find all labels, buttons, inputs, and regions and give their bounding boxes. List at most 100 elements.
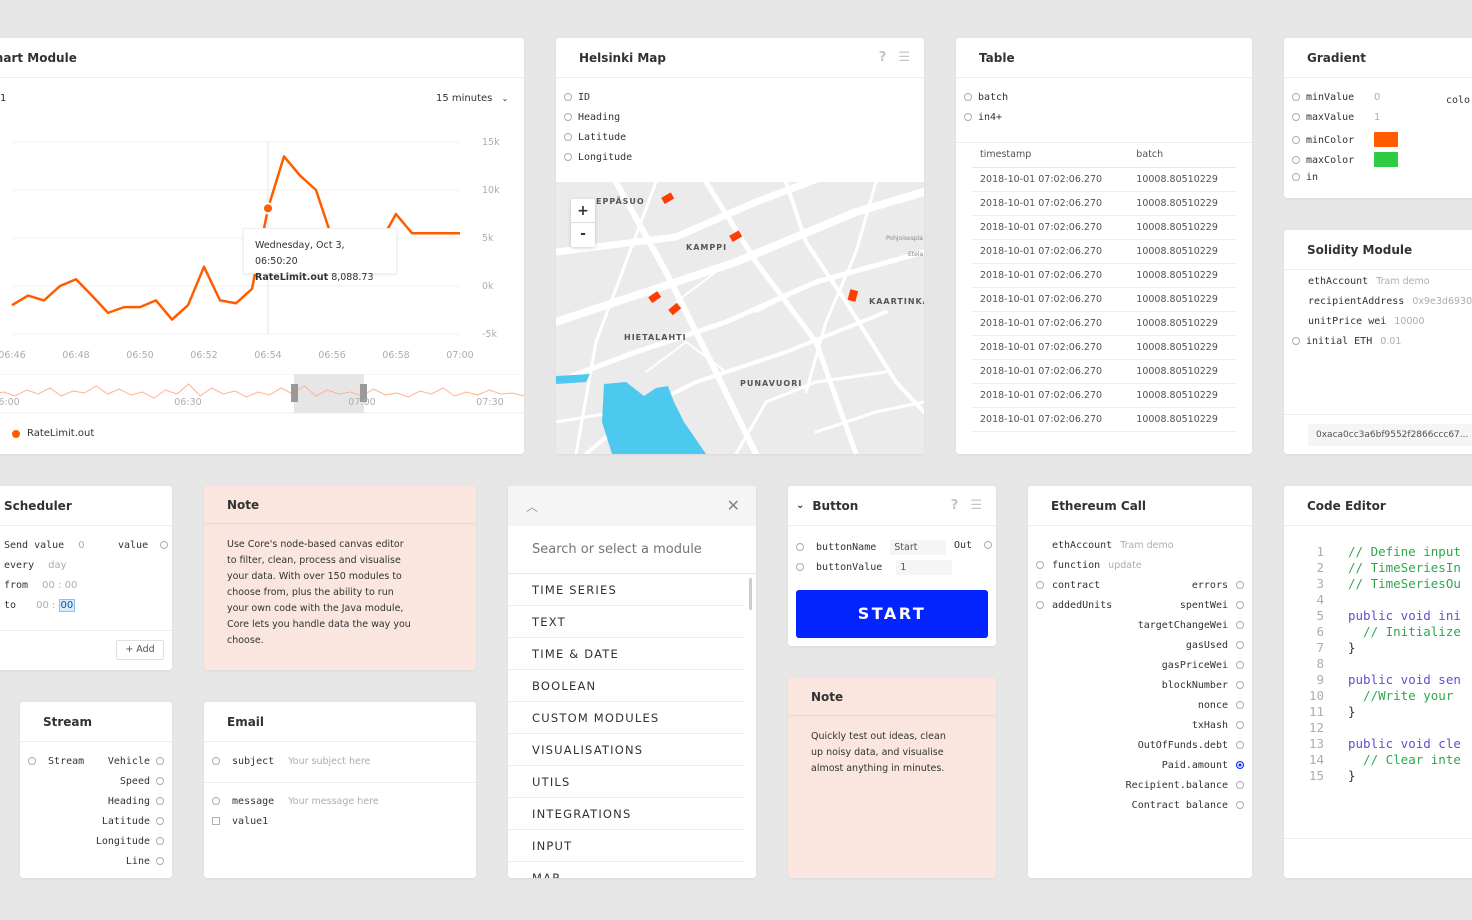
menu-icon[interactable]: ☰ bbox=[898, 50, 910, 65]
note-1-header[interactable]: Note bbox=[204, 486, 476, 524]
stream-output-port[interactable] bbox=[156, 797, 164, 805]
map-module-header[interactable]: Helsinki Map ? ☰ bbox=[556, 38, 924, 78]
help-icon[interactable]: ? bbox=[879, 50, 887, 65]
eth-input-port[interactable] bbox=[1036, 561, 1044, 569]
color-swatch[interactable] bbox=[1374, 152, 1398, 167]
button-value-input[interactable]: 1 bbox=[896, 560, 953, 575]
module-search-input[interactable] bbox=[508, 526, 756, 574]
button-out-port[interactable] bbox=[984, 541, 993, 549]
eth-output-port[interactable] bbox=[1236, 701, 1244, 709]
stream-module[interactable]: Stream Stream Vehicle Speed Heading Latitud… bbox=[20, 702, 172, 878]
start-button[interactable]: START bbox=[796, 590, 988, 638]
module-category-item[interactable]: CUSTOM MODULES bbox=[508, 702, 744, 734]
solidity-field-value[interactable]: 10000 bbox=[1394, 316, 1424, 327]
ethereum-call-header[interactable]: Ethereum Call bbox=[1028, 486, 1252, 526]
chevron-down-icon[interactable]: ⌄ bbox=[796, 500, 804, 511]
eth-output-port[interactable] bbox=[1236, 761, 1244, 769]
note-module-1[interactable]: Note Use Core's node-based canvas editor… bbox=[204, 486, 476, 670]
from-minute-input[interactable]: 00 bbox=[65, 580, 78, 591]
gradient-field-value[interactable]: 0 bbox=[1374, 92, 1380, 103]
module-category-item[interactable]: UTILS bbox=[508, 766, 744, 798]
scheduler-out-port[interactable] bbox=[160, 541, 169, 549]
note-module-2[interactable]: Note Quickly test out ideas, clean up no… bbox=[788, 678, 996, 878]
chart-module-header[interactable]: Chart Module bbox=[0, 38, 524, 78]
eth-output-port[interactable] bbox=[1236, 581, 1244, 589]
message-input[interactable]: Your message here bbox=[288, 796, 378, 807]
eth-input-port[interactable] bbox=[1036, 601, 1044, 609]
gradient-module-header[interactable]: Gradient bbox=[1284, 38, 1472, 78]
from-hour-input[interactable]: 00 bbox=[42, 580, 55, 591]
eth-input-port[interactable] bbox=[1036, 581, 1044, 589]
map-input-port[interactable] bbox=[564, 133, 572, 141]
stream-module-header[interactable]: Stream bbox=[20, 702, 172, 742]
button-value-port[interactable] bbox=[796, 563, 804, 571]
close-icon[interactable]: ✕ bbox=[727, 496, 740, 515]
every-select[interactable]: day bbox=[48, 560, 66, 571]
eth-output-port[interactable] bbox=[1236, 721, 1244, 729]
module-category-item[interactable]: BOOLEAN bbox=[508, 670, 744, 702]
chart-navigator[interactable]: 06:00 06:30 07:00 07:30 bbox=[0, 374, 524, 414]
table-input-port[interactable] bbox=[964, 93, 972, 101]
module-category-item[interactable]: TEXT bbox=[508, 606, 744, 638]
module-category-item[interactable]: INTEGRATIONS bbox=[508, 798, 744, 830]
value1-port[interactable] bbox=[212, 817, 220, 825]
map-module[interactable]: Helsinki Map ? ☰ ID Heading Latitude Longit… bbox=[556, 38, 924, 454]
module-category-item[interactable]: MAP bbox=[508, 862, 744, 878]
solidity-field-value[interactable]: 0.01 bbox=[1380, 336, 1401, 347]
gradient-input-port[interactable] bbox=[1292, 135, 1300, 144]
module-category-item[interactable]: TIME & DATE bbox=[508, 638, 744, 670]
chart-hover-point[interactable] bbox=[262, 202, 274, 215]
module-list-scrollbar[interactable] bbox=[749, 578, 752, 610]
module-search-panel[interactable]: ︿ ✕ TIME SERIESTEXTTIME & DATEBOOLEANCUS… bbox=[508, 486, 756, 878]
scheduler-add-button[interactable]: + Add bbox=[116, 640, 164, 660]
gradient-input-port[interactable] bbox=[1292, 155, 1300, 164]
eth-input-value[interactable]: Tram demo bbox=[1120, 540, 1173, 551]
email-module[interactable]: Email subject Your subject here message … bbox=[204, 702, 476, 878]
email-module-header[interactable]: Email bbox=[204, 702, 476, 742]
color-swatch[interactable] bbox=[1374, 132, 1398, 147]
button-module-header[interactable]: ⌄ Button ? ☰ bbox=[788, 486, 996, 526]
stream-output-port[interactable] bbox=[156, 817, 164, 825]
module-category-item[interactable]: VISUALISATIONS bbox=[508, 734, 744, 766]
note-2-header[interactable]: Note bbox=[788, 678, 996, 716]
solidity-field-value[interactable]: Tram demo bbox=[1376, 276, 1429, 287]
eth-output-port[interactable] bbox=[1236, 681, 1244, 689]
chart-range-select[interactable]: 15 minutes ⌄ bbox=[436, 93, 508, 104]
eth-input-value[interactable]: update bbox=[1108, 560, 1141, 571]
eth-output-port[interactable] bbox=[1236, 661, 1244, 669]
eth-output-port[interactable] bbox=[1236, 781, 1244, 789]
module-category-item[interactable]: TIME SERIES bbox=[508, 574, 744, 606]
code-editor-module[interactable]: Code Editor 1 // Define input 2 // TimeSeri… bbox=[1284, 486, 1472, 878]
solidity-input-port[interactable] bbox=[1292, 337, 1300, 345]
scheduler-module-header[interactable]: Scheduler bbox=[0, 486, 172, 526]
button-name-input[interactable]: Start bbox=[890, 540, 947, 555]
stream-in-port[interactable] bbox=[28, 757, 36, 765]
ethereum-call-module[interactable]: Ethereum Call ethAccount Tram demo functio… bbox=[1028, 486, 1252, 878]
table-module-header[interactable]: Table bbox=[956, 38, 1252, 78]
stream-output-port[interactable] bbox=[156, 777, 164, 785]
subject-port[interactable] bbox=[212, 757, 220, 765]
code-editor-body[interactable]: 1 // Define input 2 // TimeSeriesIn 3 // Time… bbox=[1302, 544, 1461, 784]
table-input-port[interactable] bbox=[964, 113, 972, 121]
subject-input[interactable]: Your subject here bbox=[288, 756, 370, 767]
code-editor-header[interactable]: Code Editor bbox=[1284, 486, 1472, 526]
gradient-module[interactable]: Gradient minValue 0 maxValue 1 minColor maxCo… bbox=[1284, 38, 1472, 198]
eth-output-port[interactable] bbox=[1236, 741, 1244, 749]
stream-output-port[interactable] bbox=[156, 757, 164, 765]
stream-output-port[interactable] bbox=[156, 857, 164, 865]
stream-output-port[interactable] bbox=[156, 837, 164, 845]
navigator-handle-left[interactable] bbox=[291, 384, 298, 402]
chart-module[interactable]: Chart Module 1 15 minutes ⌄ 15k 10k 5k 0k -5… bbox=[0, 38, 524, 454]
gradient-input-port[interactable] bbox=[1292, 93, 1300, 101]
solidity-field-value[interactable]: 0x9e3d6930 bbox=[1412, 296, 1472, 307]
eth-output-port[interactable] bbox=[1236, 621, 1244, 629]
gradient-input-port[interactable] bbox=[1292, 173, 1300, 181]
map-input-port[interactable] bbox=[564, 113, 572, 121]
zoom-in-button[interactable]: + bbox=[571, 199, 595, 223]
solidity-module[interactable]: Solidity Module ethAccount Tram demo recip… bbox=[1284, 230, 1472, 454]
table-module[interactable]: Table batch in4+ timestamp batch 2018-10-… bbox=[956, 38, 1252, 454]
zoom-out-button[interactable]: - bbox=[571, 223, 595, 247]
eth-output-port[interactable] bbox=[1236, 601, 1244, 609]
send-value-input[interactable]: 0 bbox=[78, 540, 84, 551]
map-input-port[interactable] bbox=[564, 93, 572, 101]
